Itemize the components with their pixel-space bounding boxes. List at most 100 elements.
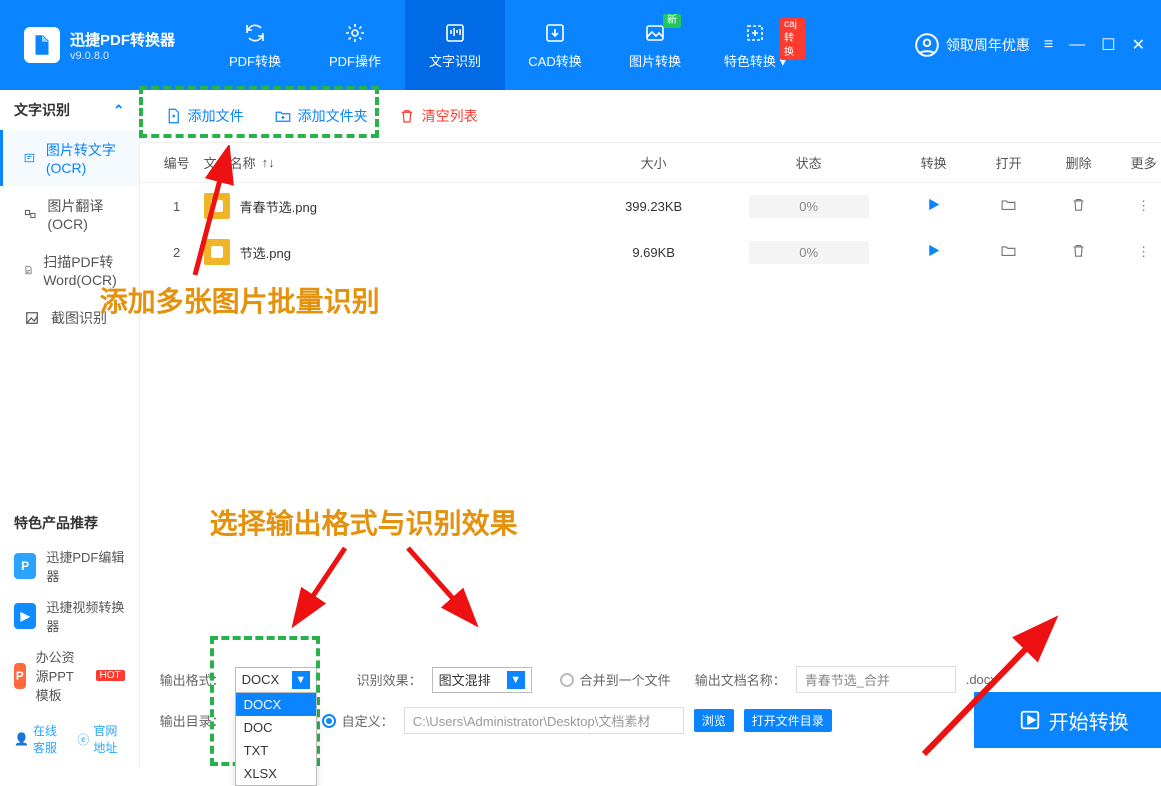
merge-label: 合并到一个文件: [580, 670, 671, 689]
promo-pdf-editor[interactable]: P 迅捷PDF编辑器: [0, 541, 139, 591]
document-icon: [23, 261, 33, 279]
merge-checkbox[interactable]: [560, 673, 574, 687]
sidebar-item-label: 截图识别: [51, 308, 107, 328]
row-delete-button[interactable]: [1044, 196, 1114, 216]
tab-label: 文字识别: [429, 51, 481, 70]
add-folder-label: 添加文件夹: [298, 106, 368, 126]
promo-video-converter[interactable]: ▶ 迅捷视频转换器: [0, 591, 139, 641]
app-icon: P: [14, 663, 26, 689]
link-support[interactable]: 👤 在线客服: [14, 722, 63, 756]
app-version: v9.0.8.0: [70, 50, 175, 62]
tab-label: CAD转换: [528, 51, 581, 70]
row-index: 2: [150, 245, 204, 260]
support-label: 在线客服: [33, 722, 63, 756]
th-name[interactable]: 文件名称 ↑↓: [204, 153, 584, 172]
sidebar-item-image-translate[interactable]: 图片翻译(OCR): [0, 186, 139, 242]
effect-select[interactable]: 图文混排 ▼: [432, 667, 532, 693]
effect-label: 识别效果：: [357, 670, 422, 689]
th-convert: 转换: [894, 153, 974, 172]
format-option[interactable]: TXT: [236, 739, 316, 762]
row-open-button[interactable]: [974, 242, 1044, 262]
output-name-label: 输出文档名称：: [695, 670, 786, 689]
app-logo-block: 迅捷PDF转换器 v9.0.8.0: [0, 0, 195, 90]
row-filename: 青春节选.png: [240, 197, 317, 216]
hot-badge: HOT: [96, 670, 125, 681]
sidebar-section-head[interactable]: 文字识别 ⌃: [0, 90, 139, 130]
text-scan-icon: [23, 149, 36, 167]
folder-icon: [1000, 242, 1017, 259]
menu-icon[interactable]: ≡: [1044, 36, 1053, 54]
sort-icon: ↑↓: [262, 155, 275, 170]
row-open-button[interactable]: [974, 196, 1044, 216]
trash-icon: [1070, 196, 1087, 213]
crop-icon: [23, 309, 41, 327]
output-format-select[interactable]: DOCX ▼: [235, 667, 317, 693]
trash-icon: [1070, 242, 1087, 259]
th-size: 大小: [584, 153, 724, 172]
sidebar-item-image-ocr[interactable]: 图片转文字(OCR): [0, 130, 139, 186]
clear-list-button[interactable]: 清空列表: [394, 100, 482, 132]
row-more-button[interactable]: ⋮: [1114, 198, 1161, 214]
sidebar-item-label: 图片翻译(OCR): [47, 196, 124, 232]
dir-path-field[interactable]: C:\Users\Administrator\Desktop\文档素材: [404, 707, 684, 734]
globe-icon: ⓔ: [77, 731, 89, 748]
format-option[interactable]: DOC: [236, 716, 316, 739]
row-delete-button[interactable]: [1044, 242, 1114, 262]
row-index: 1: [150, 199, 204, 214]
effect-value: 图文混排: [439, 670, 491, 689]
row-convert-button[interactable]: [894, 196, 974, 216]
website-label: 官网地址: [93, 722, 124, 756]
sidebar-section-label: 文字识别: [14, 100, 70, 120]
browse-button[interactable]: 浏览: [694, 709, 734, 732]
add-folder-button[interactable]: 添加文件夹: [270, 100, 372, 132]
output-name-field[interactable]: 青春节选_合并: [796, 666, 956, 693]
row-more-button[interactable]: ⋮: [1114, 244, 1161, 260]
tab-label: PDF转换: [229, 51, 281, 70]
annotation-text: 选择输出格式与识别效果: [210, 502, 518, 542]
format-option[interactable]: DOCX: [236, 693, 316, 716]
promo-anniversary-button[interactable]: 领取周年优惠: [914, 32, 1030, 58]
tab-cad-convert[interactable]: CAD转换: [505, 0, 605, 90]
table-row: 2 节选.png 9.69KB 0% ⋮: [140, 229, 1161, 275]
add-file-button[interactable]: 添加文件: [160, 100, 248, 132]
tab-special-convert[interactable]: caj转换 特色转换 ▾: [705, 0, 805, 90]
row-convert-button[interactable]: [894, 242, 974, 262]
promo-label: 领取周年优惠: [946, 35, 1030, 55]
trash-icon: [398, 107, 416, 125]
link-website[interactable]: ⓔ 官网地址: [77, 722, 124, 756]
sidebar-item-label: 扫描PDF转Word(OCR): [43, 252, 124, 288]
sidebar-item-screenshot-ocr[interactable]: 截图识别: [0, 298, 139, 338]
row-size: 9.69KB: [584, 245, 724, 260]
clear-list-label: 清空列表: [422, 106, 478, 126]
maximize-icon[interactable]: ☐: [1101, 35, 1115, 55]
tab-label: 特色转换 ▾: [724, 51, 786, 70]
format-option[interactable]: XLSX: [236, 762, 316, 785]
tab-pdf-operate[interactable]: PDF操作: [305, 0, 405, 90]
output-ext: .docx: [966, 672, 997, 687]
folder-plus-icon: [274, 107, 292, 125]
add-file-label: 添加文件: [188, 106, 244, 126]
minimize-icon[interactable]: —: [1069, 36, 1085, 54]
tab-label: 图片转换: [629, 51, 681, 70]
tab-ocr[interactable]: 文字识别: [405, 0, 505, 90]
dir-custom-radio[interactable]: [322, 714, 336, 728]
th-index: 编号: [150, 153, 204, 172]
tab-pdf-convert[interactable]: PDF转换: [205, 0, 305, 90]
badge-caj: caj转换: [780, 18, 805, 60]
output-dir-label: 输出目录：: [160, 711, 225, 730]
annotation-text: 添加多张图片批量识别: [100, 280, 380, 320]
sidebar-item-pdf-to-word[interactable]: 扫描PDF转Word(OCR): [0, 242, 139, 298]
start-convert-button[interactable]: 开始转换: [974, 692, 1161, 748]
app-icon: ▶: [14, 603, 36, 629]
output-format-label: 输出格式：: [160, 670, 225, 689]
th-open: 打开: [974, 153, 1044, 172]
promo-ppt-templates[interactable]: P 办公资源PPT模板 HOT: [0, 641, 139, 710]
tab-image-convert[interactable]: 新 图片转换: [605, 0, 705, 90]
row-progress: 0%: [749, 195, 869, 218]
promo-item-label: 迅捷PDF编辑器: [46, 547, 124, 585]
app-title: 迅捷PDF转换器: [70, 29, 175, 50]
play-circle-icon: [1019, 709, 1041, 731]
open-dir-button[interactable]: 打开文件目录: [744, 709, 832, 732]
close-icon[interactable]: ✕: [1132, 35, 1145, 55]
promo-item-label: 办公资源PPT模板: [36, 647, 82, 704]
